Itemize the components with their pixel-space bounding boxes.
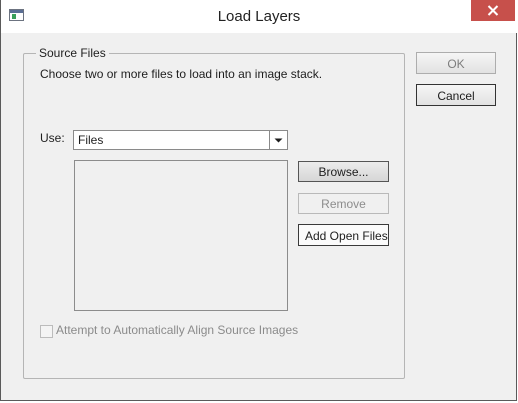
close-icon: [487, 5, 499, 16]
use-dropdown-value: Files: [78, 133, 104, 147]
title-bar[interactable]: Load Layers: [1, 0, 517, 33]
remove-button[interactable]: Remove: [298, 193, 389, 214]
use-dropdown[interactable]: Files: [73, 130, 288, 150]
close-button[interactable]: [471, 0, 515, 21]
source-files-legend: Source Files: [36, 46, 109, 61]
dialog-title: Load Layers: [217, 8, 301, 25]
auto-align-checkbox[interactable]: [40, 325, 53, 338]
use-label: Use:: [40, 131, 65, 145]
dropdown-arrow-button[interactable]: [269, 131, 287, 149]
browse-button[interactable]: Browse...: [298, 161, 389, 182]
ok-button[interactable]: OK: [416, 52, 496, 74]
source-files-list[interactable]: [74, 160, 288, 311]
source-files-description: Choose two or more files to load into an…: [40, 67, 323, 81]
auto-align-label[interactable]: Attempt to Automatically Align Source Im…: [56, 323, 298, 338]
load-layers-dialog: Load Layers Source Files Choose two or m…: [0, 0, 517, 401]
chevron-down-icon: [274, 138, 283, 143]
add-open-files-button[interactable]: Add Open Files: [298, 224, 389, 246]
cancel-button[interactable]: Cancel: [416, 84, 496, 106]
